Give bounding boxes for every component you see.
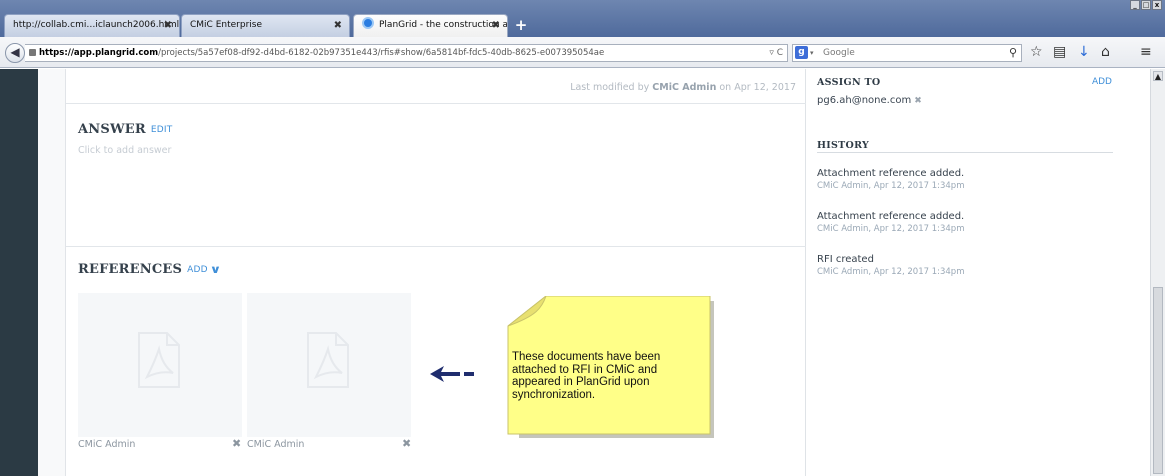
chevron-down-icon[interactable]: ∨ [209,263,221,276]
close-tab-icon[interactable]: ✖ [492,15,500,36]
add-assignee-link[interactable]: ADD [1092,77,1112,87]
url-path: /projects/5a57ef08-df92-d4bd-6182-02b973… [158,48,605,58]
tab-collab-launch[interactable]: http://collab.cmi…iclaunch2006.html ✖ [4,14,180,37]
address-bar[interactable]: https://app.plangrid.com/projects/5a57ef… [25,44,788,62]
history-divider [817,152,1113,153]
tab-label: PlanGrid - the construction ap… [379,20,508,30]
reference-document-1[interactable] [78,293,242,437]
tab-label: CMiC Enterprise [190,20,262,30]
section-divider [66,246,806,247]
reference-document-2[interactable] [247,293,411,437]
sidebar-gutter [38,69,66,476]
remove-assignee-icon[interactable]: ✖ [914,96,922,106]
history-title: HISTORY [817,140,870,151]
window-controls: _ □ x [1129,0,1162,11]
annotation-text: These documents have been attached to RF… [512,351,661,401]
assignee-chip: pg6.ah@none.com ✖ [817,95,922,106]
document-author: CMiC Admin [247,439,305,450]
tab-bar: http://collab.cmi…iclaunch2006.html ✖ CM… [0,0,1165,37]
references-section-title: REFERENCES ADD ∨ [78,262,221,277]
download-icon[interactable]: ↓ [1078,45,1090,59]
document-author: CMiC Admin [78,439,136,450]
search-input[interactable]: g ▾ Google ⚲ [792,44,1022,62]
annotation-callout: These documents have been attached to RF… [506,296,714,438]
pdf-file-icon [138,332,180,388]
last-modified-author: CMiC Admin [652,82,717,93]
google-icon: g [795,46,808,59]
edit-answer-link[interactable]: EDIT [151,125,173,135]
menu-icon[interactable]: ≡ [1140,45,1152,59]
history-entry-text: Attachment reference added. [817,211,965,222]
history-entry-text: Attachment reference added. [817,168,965,179]
remove-icon[interactable]: ✖ [402,437,411,450]
arrow-left-icon [430,366,474,382]
history-entry-text: RFI created [817,254,874,265]
tab-label: http://collab.cmi…iclaunch2006.html [13,20,180,30]
assignee-email: pg6.ah@none.com [817,95,912,106]
rfi-sidebar-panel: ASSIGN TO ADD pg6.ah@none.com ✖ HISTORY A… [807,69,1122,476]
plus-icon[interactable]: + [511,16,531,34]
answer-section-title: ANSWER EDIT [78,122,172,137]
history-entry-meta: CMiC Admin, Apr 12, 2017 1:34pm [817,267,965,277]
last-modified-bar: Last modified by CMiC Admin on Apr 12, 2… [66,69,806,104]
scroll-up-icon[interactable]: ▲ [1153,71,1163,81]
back-arrow-icon[interactable]: ◀ [5,43,25,63]
reload-icon[interactable]: ▿ C [769,45,783,61]
search-placeholder: Google [823,48,855,58]
remove-icon[interactable]: ✖ [232,437,241,450]
reading-list-icon[interactable]: ▤ [1053,45,1066,59]
close-window-icon[interactable]: x [1152,0,1162,10]
tab-cmic-enterprise[interactable]: CMiC Enterprise ✖ [181,14,350,37]
app-sidebar [0,69,38,476]
tab-plangrid[interactable]: PlanGrid - the construction ap… ✖ [353,14,508,37]
history-entry-meta: CMiC Admin, Apr 12, 2017 1:34pm [817,224,965,234]
minimize-icon[interactable]: _ [1130,0,1140,10]
add-reference-link[interactable]: ADD [187,265,208,275]
plangrid-favicon-icon [362,17,374,29]
history-entry-meta: CMiC Admin, Apr 12, 2017 1:34pm [817,181,965,191]
navigation-bar: ◀ https://app.plangrid.com/projects/5a57… [0,37,1165,68]
search-icon[interactable]: ⚲ [1009,45,1017,61]
last-modified-date: on Apr 12, 2017 [719,82,796,93]
close-tab-icon[interactable]: ✖ [334,15,342,36]
lock-icon [29,49,36,56]
browser-window: http://collab.cmi…iclaunch2006.html ✖ CM… [0,0,1165,476]
answer-title: ANSWER [78,122,146,137]
references-title: REFERENCES [78,262,183,277]
assign-to-title: ASSIGN TO [817,77,881,88]
close-tab-icon[interactable]: ✖ [164,15,172,36]
pdf-file-icon [307,332,349,388]
url-domain: https://app.plangrid.com [39,48,159,58]
star-icon[interactable]: ☆ [1030,45,1043,59]
answer-placeholder[interactable]: Click to add answer [78,145,171,156]
maximize-icon[interactable]: □ [1141,0,1151,10]
scrollbar-thumb[interactable] [1153,287,1163,474]
page-scrollbar[interactable]: ▲ [1150,69,1165,476]
chevron-down-icon[interactable]: ▾ [810,45,814,61]
home-icon[interactable]: ⌂ [1101,45,1110,59]
last-modified-prefix: Last modified by [570,82,650,93]
